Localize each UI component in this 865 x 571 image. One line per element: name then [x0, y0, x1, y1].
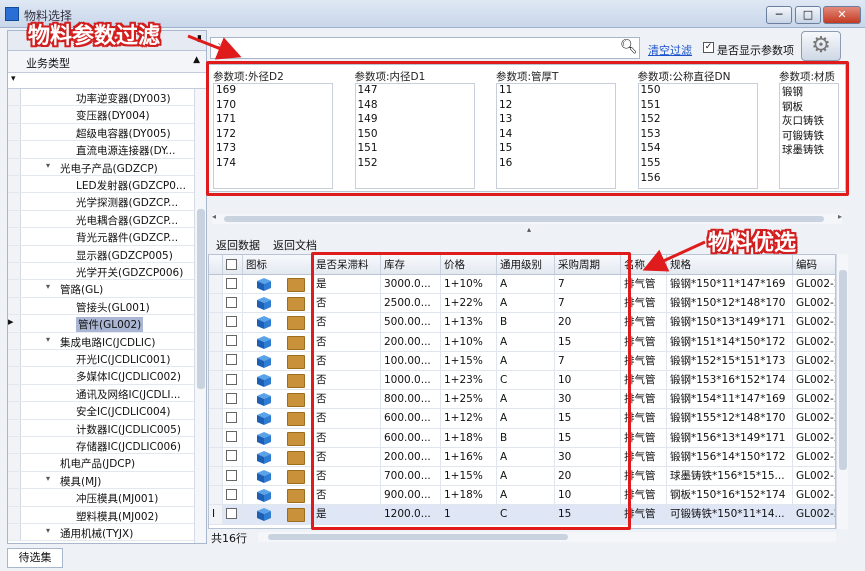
arrow-to-grid	[642, 240, 706, 272]
arrow-to-params	[187, 34, 242, 60]
annotation-arrows	[187, 34, 706, 272]
